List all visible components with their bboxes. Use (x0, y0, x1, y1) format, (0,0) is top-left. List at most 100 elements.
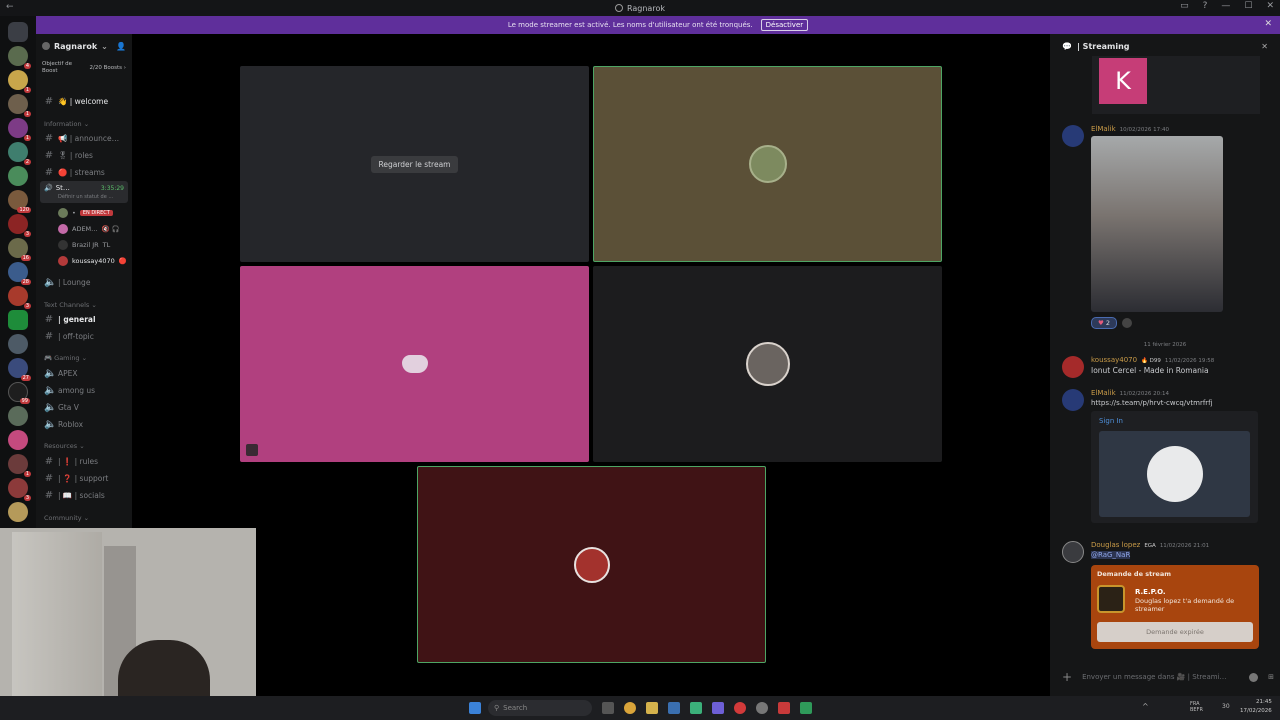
channel-gta-v[interactable]: 🔈 Gta V (44, 402, 79, 413)
server-icon[interactable]: 27 (8, 358, 31, 381)
taskbar-search[interactable]: ⚲ Search (488, 700, 592, 716)
voice-user[interactable]: koussay4070 🔴 (58, 256, 127, 266)
channel-streams[interactable]: # 🔴 | streams (44, 167, 105, 178)
screen-share-icon[interactable] (246, 444, 258, 456)
voice-user[interactable]: • EN DIRECT (58, 208, 113, 218)
discord-home-icon[interactable] (8, 22, 28, 42)
close-banner-icon[interactable]: ✕ (1264, 19, 1272, 29)
watch-stream-button[interactable]: Regarder le stream (371, 155, 458, 173)
emoji-icon[interactable] (1249, 672, 1259, 682)
clock-time[interactable]: 21:45 (1256, 699, 1272, 705)
category-information[interactable]: Information ⌄ (44, 120, 89, 128)
server-icon[interactable]: 99 (8, 382, 30, 404)
app-icon[interactable] (800, 702, 812, 714)
channel-socials[interactable]: # | 📖 | socials (44, 490, 105, 501)
minimize-button[interactable]: — (1221, 1, 1230, 11)
mention[interactable]: @RaG_NaR (1091, 551, 1131, 559)
message-author[interactable]: ElMalik (1091, 389, 1116, 397)
settings-icon[interactable] (756, 702, 768, 714)
server-icon[interactable]: 2 (8, 142, 31, 165)
embed-title[interactable]: Sign In (1099, 417, 1123, 425)
date-separator: 11 février 2026 (1143, 342, 1187, 348)
app-icon[interactable] (712, 702, 724, 714)
stream-tile[interactable]: Regarder le stream (240, 66, 589, 262)
server-icon[interactable] (8, 406, 28, 426)
maximize-button[interactable]: ☐ (1244, 1, 1252, 11)
server-icon[interactable]: 3 (8, 214, 31, 237)
message-author[interactable]: ElMalik (1091, 125, 1116, 133)
close-panel-icon[interactable]: ✕ (1261, 42, 1268, 51)
channel-support[interactable]: # | ❓ | support (44, 473, 109, 484)
message-author[interactable]: Douglas lopez (1091, 541, 1140, 549)
server-icon[interactable]: 1 (8, 70, 31, 93)
channel-among-us[interactable]: 🔈 among us (44, 385, 95, 396)
category-gaming[interactable]: 🎮 Gaming ⌄ (44, 354, 87, 362)
channel-streaming-voice[interactable]: 🔊 St… 3:35:29 Définir un statut de … (40, 181, 128, 203)
app-icon[interactable] (668, 702, 680, 714)
channel-off-topic[interactable]: # | off-topic (44, 331, 94, 342)
server-icon[interactable]: 120 (8, 190, 31, 213)
channel-welcome[interactable]: # 👋 | welcome (44, 96, 108, 107)
channel-roles[interactable]: # 🎖 | roles (44, 150, 93, 161)
opera-icon[interactable] (734, 702, 746, 714)
disable-streamer-mode-button[interactable]: Désactiver (760, 19, 809, 31)
server-icon[interactable]: 1 (8, 454, 31, 477)
participant-tile[interactable] (417, 466, 766, 663)
inbox-icon[interactable]: ▭ (1180, 1, 1189, 11)
chevron-up-icon[interactable]: ^ (1142, 702, 1149, 711)
category-community[interactable]: Community ⌄ (44, 514, 89, 522)
request-expired-button[interactable]: Demande expirée (1097, 622, 1253, 642)
server-icon[interactable]: 1 (8, 118, 31, 141)
channel-rules[interactable]: # | ❗ | rules (44, 456, 98, 467)
attached-photo[interactable] (1091, 136, 1223, 312)
participant-tile[interactable] (593, 66, 942, 262)
message-input-bar[interactable]: + Envoyer un message dans 🎥 | Streami… ⊞ (1062, 666, 1274, 688)
server-icon[interactable] (8, 430, 28, 450)
message-link[interactable]: https://s.team/p/hrvt-cwcq/vtmrfrfj (1091, 399, 1213, 407)
server-icon[interactable] (8, 310, 28, 330)
clock-date[interactable]: 17/02/2026 (1240, 708, 1272, 714)
voice-user[interactable]: ADEM… 🔇 🎧 (58, 224, 120, 234)
windows-start-icon[interactable] (469, 702, 481, 714)
language-indicator[interactable]: FRA BEFR (1190, 701, 1204, 713)
voice-user[interactable]: Brazil JR TL (58, 240, 110, 250)
steam-image[interactable] (1099, 431, 1250, 517)
apps-icon[interactable]: ⊞ (1268, 673, 1274, 681)
message-author[interactable]: koussay4070 (1091, 356, 1137, 364)
reaction-heart[interactable]: ♥ 2 (1091, 317, 1117, 329)
help-icon[interactable]: ? (1203, 1, 1208, 11)
server-icon[interactable]: 3 (8, 478, 31, 501)
server-icon[interactable] (8, 334, 28, 354)
back-arrow-icon[interactable]: ← (6, 2, 14, 12)
server-icon[interactable]: 1 (8, 94, 31, 117)
channel-lounge[interactable]: 🔈 | Lounge (44, 277, 90, 288)
add-member-icon[interactable]: 👤 (116, 42, 126, 51)
channel-apex[interactable]: 🔈 APEX (44, 368, 78, 379)
app-icon[interactable] (778, 702, 790, 714)
file-explorer-icon[interactable] (646, 702, 658, 714)
server-icon[interactable] (8, 502, 28, 522)
message-time: 10/02/2026 17:40 (1119, 127, 1169, 133)
app-icon[interactable] (690, 702, 702, 714)
server-header[interactable]: Ragnarok ⌄ 👤 (36, 34, 132, 58)
chrome-icon[interactable] (624, 702, 636, 714)
channel-roblox[interactable]: 🔈 Roblox (44, 419, 83, 430)
category-resources[interactable]: Resources ⌄ (44, 442, 85, 450)
add-attachment-icon[interactable]: + (1062, 670, 1072, 684)
channel-general[interactable]: # | general (44, 314, 96, 325)
close-window-button[interactable]: ✕ (1266, 1, 1274, 11)
volume-level[interactable]: 30 (1222, 703, 1230, 710)
server-icon[interactable]: 4 (8, 46, 31, 69)
task-view-icon[interactable] (602, 702, 614, 714)
server-icon[interactable]: 16 (8, 238, 31, 261)
participant-tile[interactable] (240, 266, 589, 462)
server-icon[interactable]: 28 (8, 262, 31, 285)
boost-goal[interactable]: Objectif de Boost 2/20 Boosts › (42, 60, 126, 76)
category-text-channels[interactable]: Text Channels ⌄ (44, 301, 97, 309)
message-input[interactable]: Envoyer un message dans 🎥 | Streami… (1082, 673, 1239, 681)
channel-announcements[interactable]: # 📢 | announce… (44, 133, 119, 144)
add-reaction-icon[interactable] (1122, 318, 1132, 328)
server-icon[interactable]: 3 (8, 286, 31, 309)
participant-tile[interactable] (593, 266, 942, 462)
server-icon[interactable] (8, 166, 28, 186)
